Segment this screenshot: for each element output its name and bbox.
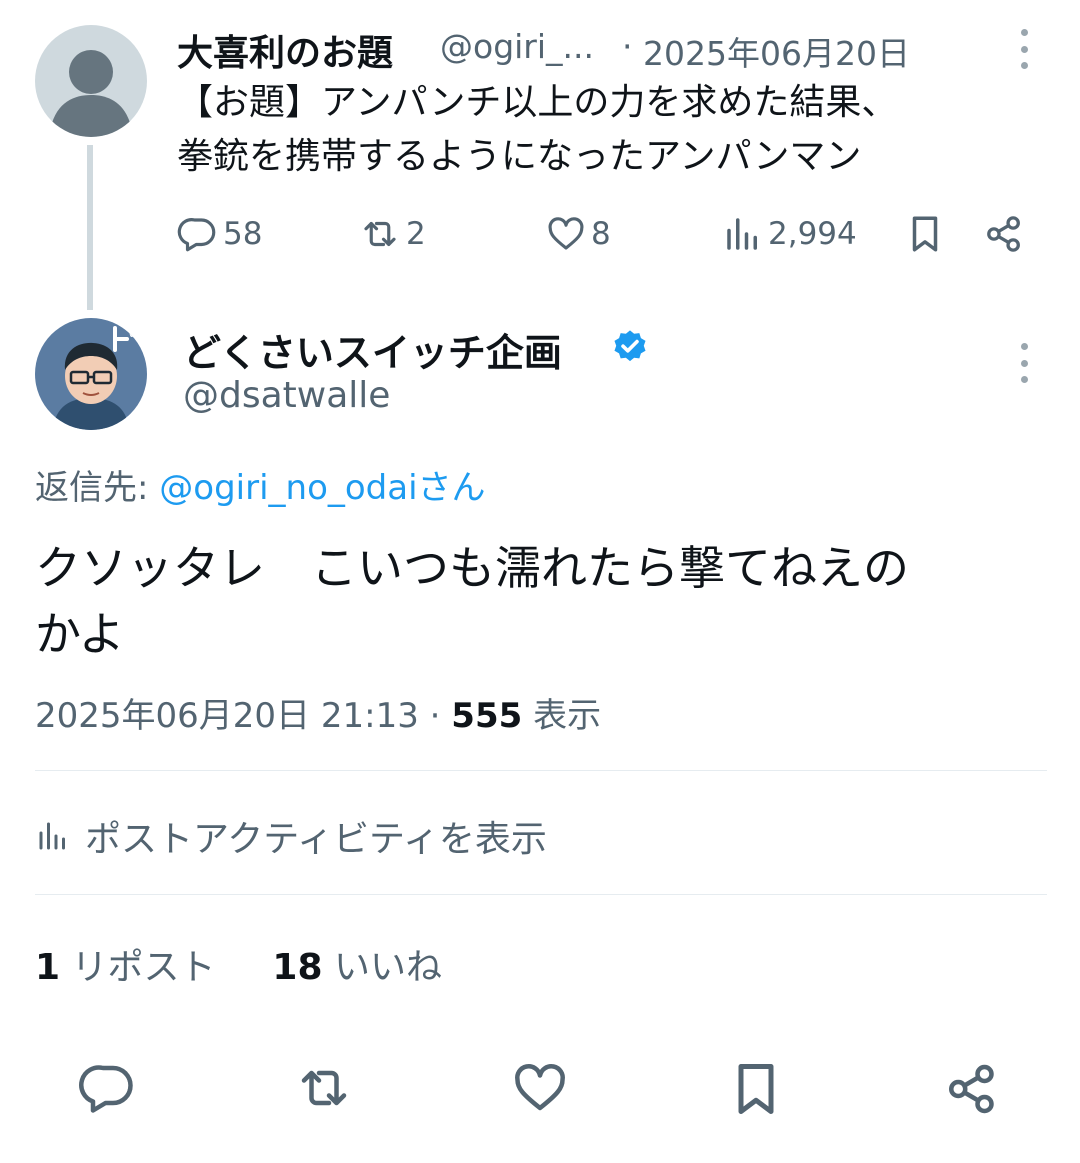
like-stat-label: いいね — [322, 947, 442, 988]
parent-tweet-text: 【お題】アンパンチ以上の力を求めた結果、 拳銃を携帯するようになったアンパンマン — [177, 76, 1027, 184]
like-button[interactable] — [510, 1058, 570, 1118]
tweet-text-line-2: かよ — [35, 607, 125, 661]
like-stat-count: 18 — [272, 947, 323, 988]
share-icon — [949, 1064, 994, 1114]
bookmark-icon — [912, 216, 938, 252]
repost-count: 2 — [406, 216, 426, 252]
divider — [35, 770, 1047, 771]
reply-to-line: 返信先: @ogiri_no_odaiさん — [35, 460, 486, 509]
reply-icon — [177, 218, 216, 252]
like-stat[interactable]: 18 いいね — [272, 947, 442, 988]
user-avatar[interactable] — [35, 318, 147, 430]
reply-count: 58 — [223, 216, 263, 252]
parent-text-line-2: 拳銃を携帯するようになったアンパンマン — [177, 136, 862, 177]
view-count: 555 — [451, 696, 523, 736]
repost-icon — [301, 1070, 347, 1106]
repost-stat-label: リポスト — [60, 947, 216, 988]
reply-button[interactable]: 58 — [177, 213, 262, 255]
bookmark-icon — [738, 1064, 774, 1114]
tweet-text: クソッタレ こいつも濡れたら撃てねえの かよ — [35, 535, 1035, 667]
tweet-meta: 2025年06月20日 21:13 · 555 表示 — [35, 688, 601, 737]
view-label: 表示 — [522, 696, 602, 736]
reply-icon — [79, 1065, 133, 1113]
share-icon — [987, 216, 1020, 252]
views-button[interactable]: 2,994 — [722, 213, 857, 255]
engagement-counts: 1 リポスト 18 いいね — [35, 938, 442, 990]
post-activity-link[interactable]: ポストアクティビティを表示 — [35, 810, 547, 862]
meta-separator: · — [418, 696, 452, 736]
thread-line — [87, 145, 93, 310]
views-count: 2,994 — [768, 216, 857, 252]
bookmark-button[interactable] — [904, 212, 946, 256]
post-activity-label: ポストアクティビティを表示 — [85, 819, 547, 860]
reply-prefix: 返信先: — [35, 468, 160, 508]
like-count: 8 — [591, 216, 611, 252]
tweet-timestamp[interactable]: 2025年06月20日 21:13 — [35, 696, 419, 736]
repost-icon — [364, 221, 396, 247]
repost-stat-count: 1 — [35, 947, 61, 988]
parent-text-line-1: 【お題】アンパンチ以上の力を求めた結果、 — [177, 82, 898, 123]
reply-target-link[interactable]: @ogiri_no_odaiさん — [159, 468, 485, 508]
share-button[interactable] — [942, 1058, 1002, 1120]
repost-stat[interactable]: 1 リポスト — [35, 947, 216, 988]
reply-button[interactable] — [78, 1058, 138, 1118]
repost-button[interactable] — [292, 1058, 356, 1118]
tweet-text-line-1: クソッタレ こいつも濡れたら撃てねえの — [35, 541, 909, 595]
repost-button[interactable]: 2 — [358, 213, 426, 255]
like-icon — [548, 217, 584, 250]
verified-badge-icon[interactable] — [611, 328, 649, 366]
parent-date[interactable]: 2025年06月20日 — [643, 27, 910, 75]
like-button[interactable]: 8 — [545, 213, 611, 255]
share-button[interactable] — [982, 212, 1026, 256]
more-icon[interactable] — [1019, 343, 1029, 383]
analytics-icon — [39, 822, 65, 850]
author-display-name[interactable]: どくさいスイッチ企画 — [183, 322, 562, 377]
parent-handle[interactable]: @ogiri_... — [440, 27, 594, 66]
separator-dot: · — [622, 27, 633, 66]
more-icon[interactable] — [1019, 29, 1029, 69]
views-icon — [727, 218, 757, 250]
author-handle[interactable]: @dsatwalle — [183, 375, 390, 416]
divider — [35, 894, 1047, 895]
like-icon — [515, 1064, 565, 1111]
parent-display-name[interactable]: 大喜利のお題 — [177, 24, 393, 76]
bookmark-button[interactable] — [726, 1058, 786, 1120]
default-avatar[interactable] — [35, 25, 147, 137]
